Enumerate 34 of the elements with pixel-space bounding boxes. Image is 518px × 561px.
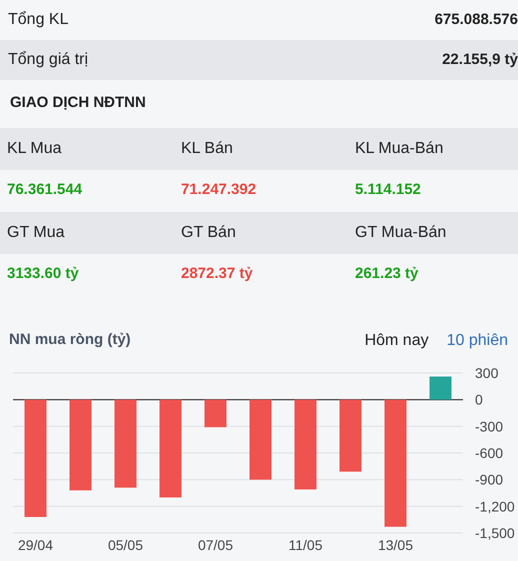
stat-value: 2872.37 tỷ xyxy=(181,264,254,284)
bar xyxy=(204,399,226,427)
stat-label: GT Bán xyxy=(181,222,237,242)
period-tab[interactable]: 10 phiên xyxy=(428,328,508,352)
axis-label: -900 xyxy=(475,471,504,488)
stat-label: KL Mua xyxy=(7,138,63,158)
axis-label: -1,500 xyxy=(475,524,515,540)
stat-value: 76.361.544 xyxy=(7,180,84,200)
summary-label: Tổng giá trị xyxy=(8,50,88,70)
axis-label: 0 xyxy=(475,391,483,408)
axis-label: 13/05 xyxy=(378,536,414,552)
axis-label: -300 xyxy=(475,418,504,434)
axis-label: -1,200 xyxy=(475,498,515,514)
stat-value: 261.23 tỷ xyxy=(355,264,420,284)
axis-label: 05/05 xyxy=(108,536,144,552)
period-tab[interactable]: Hôm nay xyxy=(346,328,429,352)
stat-value: 5.114.152 xyxy=(355,180,422,200)
summary-value: 22.155,9 tỷ xyxy=(442,50,518,70)
axis-label: 300 xyxy=(475,364,498,380)
stat-value: 3133.60 tỷ xyxy=(7,264,80,284)
axis-label: 29/04 xyxy=(18,536,54,552)
stat-label: GT Mua-Bán xyxy=(355,222,448,242)
axis-label: 11/05 xyxy=(288,536,322,552)
stat-value: 71.247.392 xyxy=(181,180,258,200)
summary-value: 675.088.576 xyxy=(434,10,518,30)
stat-label: KL Bán xyxy=(181,138,234,158)
axis-label: 07/05 xyxy=(198,536,234,552)
summary-label: Tổng KL xyxy=(8,10,68,30)
section-title: GIAO DỊCH NĐTNN xyxy=(9,93,147,113)
bar xyxy=(430,376,452,400)
axis-label: -600 xyxy=(475,444,504,460)
stat-label: KL Mua-Bán xyxy=(355,138,444,158)
stat-label: GT Mua xyxy=(7,222,66,242)
chart-title: NN mua ròng (tỷ) xyxy=(9,330,131,350)
